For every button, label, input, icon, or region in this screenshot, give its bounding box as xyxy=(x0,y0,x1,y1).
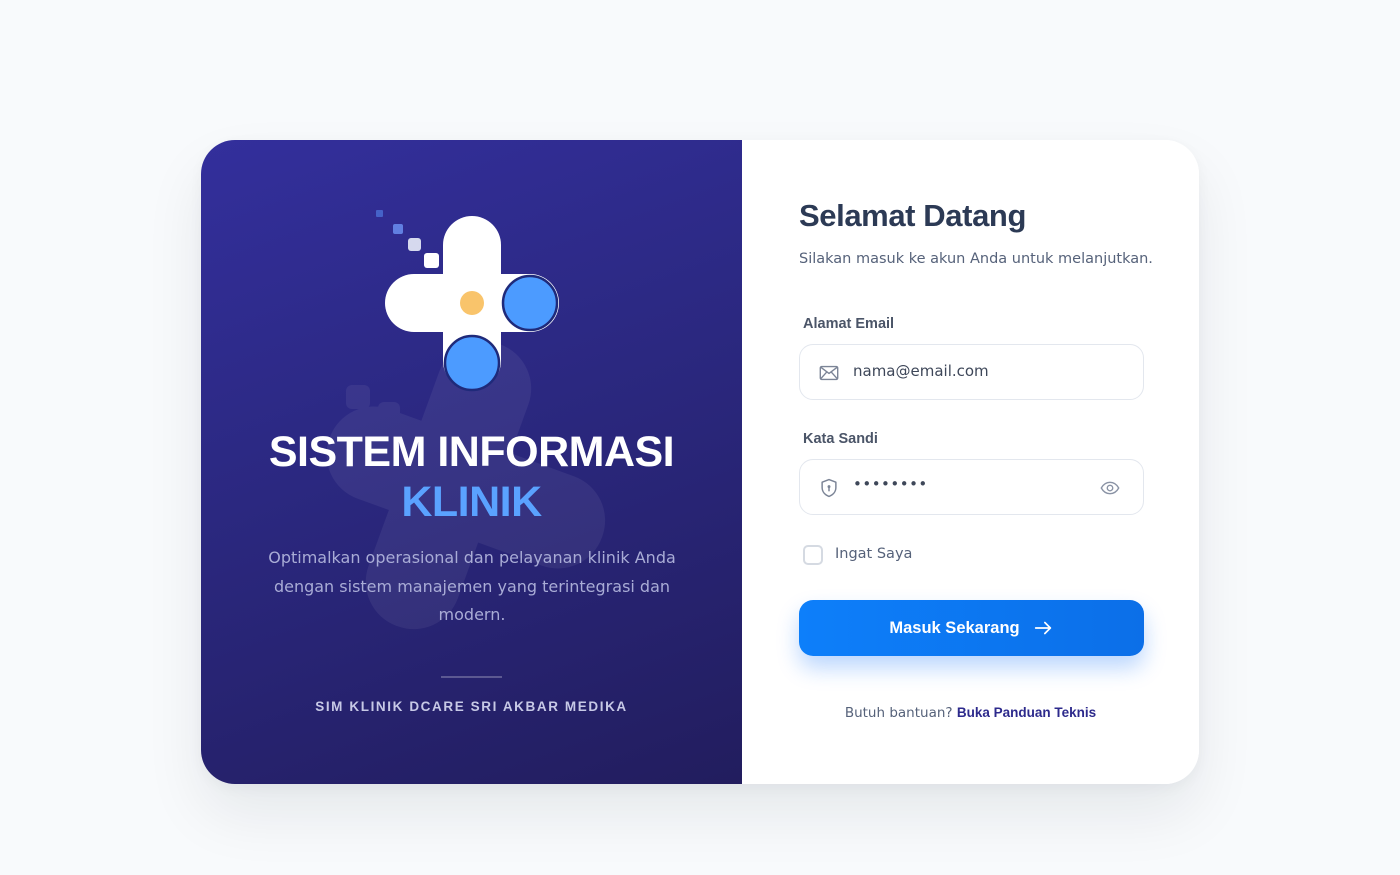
mail-icon xyxy=(819,365,839,381)
page-subtitle: Silakan masuk ke akun Anda untuk melanju… xyxy=(799,251,1153,267)
password-input-value: •••••••• xyxy=(853,475,928,493)
shield-lock-icon xyxy=(821,478,837,498)
medical-cross-logo xyxy=(376,210,559,392)
login-form: Selamat Datang Silakan masuk ke akun And… xyxy=(742,140,1199,784)
login-button[interactable]: Masuk Sekarang xyxy=(799,600,1144,656)
brand-description: Optimalkan operasional dan pelayanan kli… xyxy=(268,548,676,624)
help-text: Butuh bantuan? Buka Panduan Teknis xyxy=(742,705,1199,721)
password-field[interactable]: •••••••• xyxy=(799,459,1144,515)
email-input-value: nama@email.com xyxy=(853,362,989,380)
divider xyxy=(441,676,502,678)
page-title: Selamat Datang xyxy=(799,198,1026,233)
login-card: SISTEM INFORMASI KLINIK Optimalkan opera… xyxy=(201,140,1199,784)
brand-title-accent: KLINIK xyxy=(401,478,542,526)
brand-panel: SISTEM INFORMASI KLINIK Optimalkan opera… xyxy=(201,140,742,784)
email-label: Alamat Email xyxy=(803,316,895,332)
remember-me-checkbox[interactable] xyxy=(803,545,823,565)
email-field[interactable]: nama@email.com xyxy=(799,344,1144,400)
remember-me-label: Ingat Saya xyxy=(835,546,913,562)
login-button-label: Masuk Sekarang xyxy=(889,618,1020,637)
brand-title: SISTEM INFORMASI xyxy=(268,428,675,476)
help-link[interactable]: Buka Panduan Teknis xyxy=(957,705,1096,720)
help-prompt: Butuh bantuan? xyxy=(844,705,953,721)
eye-icon[interactable] xyxy=(1099,477,1121,499)
arrow-right-icon xyxy=(1034,621,1051,635)
brand-footer: SIM KLINIK DCARE SRI AKBAR MEDIKA xyxy=(315,699,628,714)
password-label: Kata Sandi xyxy=(803,431,878,447)
